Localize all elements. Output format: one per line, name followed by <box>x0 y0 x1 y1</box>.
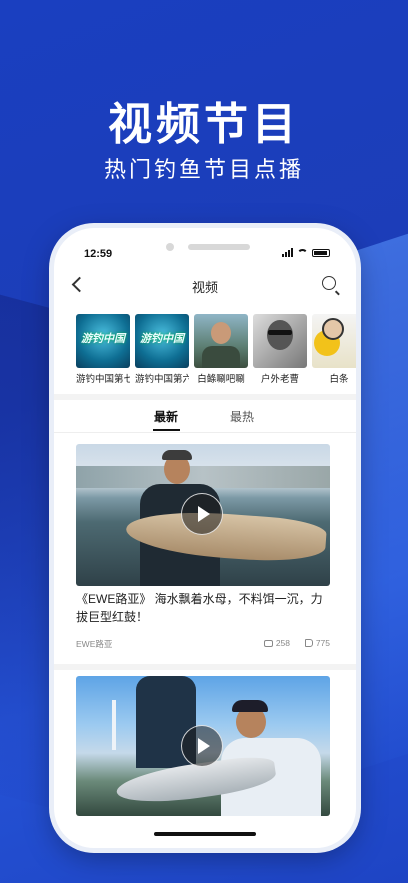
channel-thumbnail <box>194 314 248 368</box>
tab-hottest[interactable]: 最热 <box>230 408 254 425</box>
avatar-body <box>202 346 240 368</box>
channel-thumbnail: 游钓中国 <box>135 314 189 368</box>
video-title[interactable]: 《EWE路亚》 海水飘着水母，不料饵一沉，力拔巨型红鼓！ <box>76 590 330 626</box>
signal-icon <box>282 248 293 257</box>
channel-label: 游钓中国第六 <box>135 374 189 385</box>
status-time: 12:59 <box>84 248 113 260</box>
promo-subtitle: 热门钓鱼节目点播 <box>103 158 304 183</box>
cap <box>232 700 268 712</box>
thumbnail-text: 游钓中国 <box>81 333 125 345</box>
sunglasses-icon <box>268 330 292 335</box>
nav-bar: 视频 <box>54 274 356 304</box>
search-icon[interactable] <box>322 276 336 290</box>
comment-icon <box>263 639 273 647</box>
channel-label: 白鲦唰吧唰 <box>197 374 245 385</box>
channel-thumbnail: 游钓中国 <box>76 314 130 368</box>
play-button[interactable] <box>181 493 223 535</box>
channel-thumbnail <box>253 314 307 368</box>
channel-label: 户外老曹 <box>260 374 299 385</box>
avatar <box>267 320 293 350</box>
channel-item[interactable]: 白鲦唰吧唰 <box>194 314 248 385</box>
channel-thumbnail <box>312 314 356 368</box>
page-title: 视频 <box>191 280 218 295</box>
like-count[interactable]: 775 <box>304 638 330 648</box>
video-meta: EWE路亚 258 775 <box>76 638 330 652</box>
comment-count[interactable]: 258 <box>263 638 290 648</box>
home-indicator[interactable] <box>154 832 256 836</box>
channel-label: 游钓中国第七 <box>76 374 130 385</box>
promo-title: 视频节目 <box>108 99 300 150</box>
avatar <box>211 322 231 344</box>
avatar <box>322 318 344 340</box>
thumbs-up-icon <box>304 639 313 647</box>
cap <box>162 450 192 460</box>
channel-label: 白条 <box>329 374 349 385</box>
tabs-divider <box>54 432 356 433</box>
section-divider <box>54 394 356 400</box>
status-icons <box>282 248 330 257</box>
channel-item[interactable]: 游钓中国 游钓中国第六 <box>135 314 189 385</box>
video-thumbnail[interactable] <box>76 444 330 586</box>
tab-bar: 最新 最热 <box>54 408 356 434</box>
video-thumbnail[interactable] <box>76 676 330 816</box>
channel-item[interactable]: 游钓中国 游钓中国第七 <box>76 314 130 385</box>
wind-turbine <box>112 700 116 750</box>
thumbnail-text: 游钓中国 <box>140 333 184 345</box>
channel-item[interactable]: 户外老曹 <box>253 314 307 385</box>
like-count-value: 775 <box>315 638 330 648</box>
phone-frame: 12:59 视频 游钓中国 游钓中国第七 游钓中国 游钓中国第六 白鲦唰吧唰 户… <box>54 228 356 848</box>
channel-list: 游钓中国 游钓中国第七 游钓中国 游钓中国第六 白鲦唰吧唰 户外老曹 白条 <box>76 314 356 385</box>
speaker-bar <box>188 244 250 250</box>
battery-icon <box>312 248 330 257</box>
play-button[interactable] <box>181 725 223 767</box>
section-divider <box>54 664 356 670</box>
tab-latest[interactable]: 最新 <box>154 408 178 425</box>
camera-dot <box>166 243 174 251</box>
channel-item[interactable]: 白条 <box>312 314 356 385</box>
comment-count-value: 258 <box>275 638 290 648</box>
active-tab-indicator <box>153 429 180 431</box>
wifi-icon <box>297 248 308 257</box>
video-author[interactable]: EWE路亚 <box>76 638 112 650</box>
